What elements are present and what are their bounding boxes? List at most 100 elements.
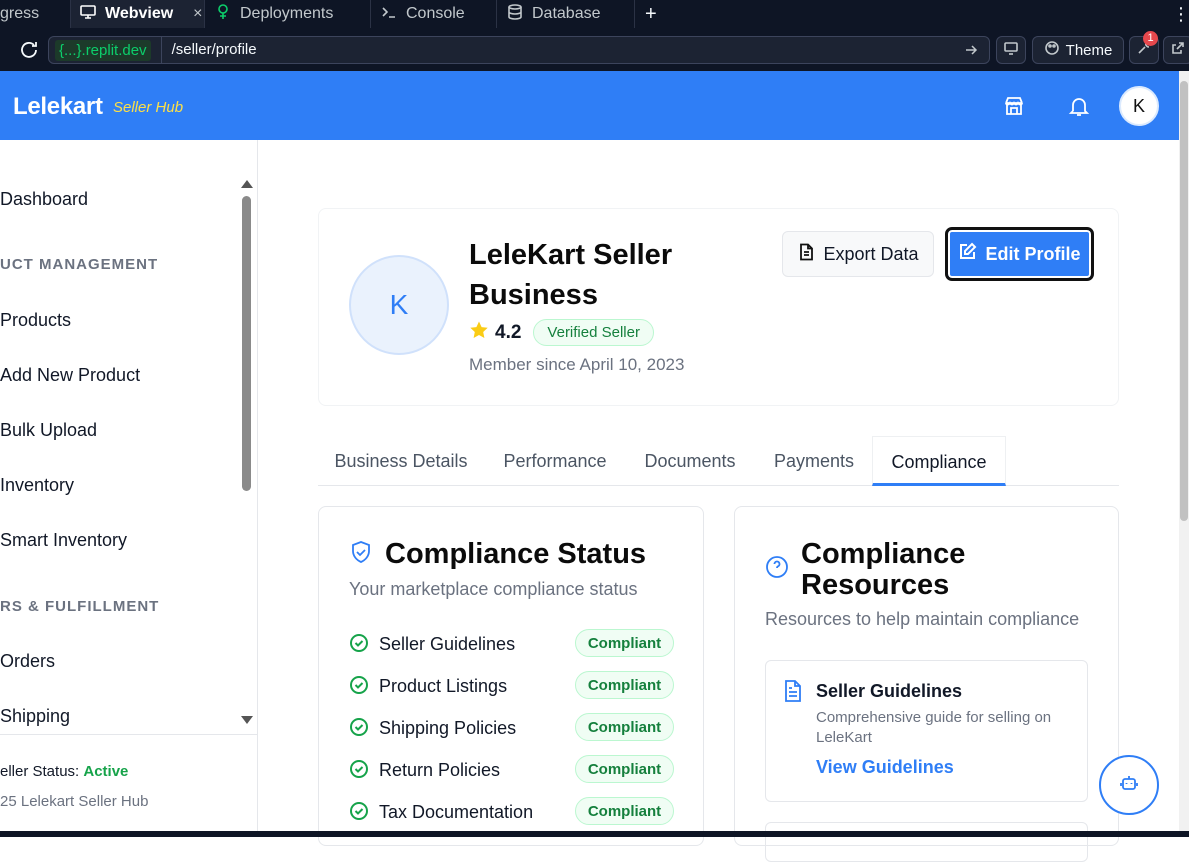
edit-icon (958, 242, 977, 266)
tab-progress[interactable]: gress (0, 0, 70, 28)
check-circle-icon (349, 717, 369, 742)
export-data-button[interactable]: Export Data (782, 231, 934, 277)
bottom-edge (0, 831, 1189, 837)
view-guidelines-link[interactable]: View Guidelines (816, 757, 954, 778)
workspace-tabbar: gress Webview × Deployments Console Data… (0, 0, 1189, 28)
resource-desc: Comprehensive guide for selling on LeleK… (816, 709, 1052, 746)
chat-assistant-button[interactable] (1099, 755, 1159, 815)
notification-badge: 1 (1143, 31, 1158, 46)
document-icon (797, 243, 815, 266)
page-scrollbar[interactable] (1179, 71, 1189, 837)
sidebar-item-products[interactable]: Products (0, 310, 71, 331)
store-icon[interactable] (1003, 95, 1025, 117)
rating-value: 4.2 (495, 321, 522, 343)
tab-compliance[interactable]: Compliance (872, 436, 1006, 486)
compliance-row: Return Policies Compliant (349, 755, 674, 785)
tab-label: Deployments (240, 5, 334, 22)
resource-title: Seller Guidelines (816, 681, 963, 701)
more-icon[interactable]: ⋮ (1172, 0, 1189, 28)
tab-deployments[interactable]: Deployments (205, 0, 370, 28)
extensions-button[interactable]: 1 (1129, 31, 1159, 64)
compliance-resources-panel: Compliance Resources Resources to help m… (734, 506, 1119, 862)
compliant-badge: Compliant (575, 671, 674, 699)
member-since: Member since April 10, 2023 (469, 355, 685, 374)
url-field[interactable]: {...}.replit.dev /seller/profile (48, 36, 990, 64)
compliance-row: Tax Documentation Compliant (349, 797, 674, 827)
terminal-icon (380, 3, 398, 26)
sidebar-item-bulk-upload[interactable]: Bulk Upload (0, 420, 97, 441)
tab-label: Webview (105, 5, 174, 22)
sidebar-section-product-management: UCT MANAGEMENT (0, 256, 159, 273)
deployments-icon (214, 3, 232, 26)
sidebar-item-inventory[interactable]: Inventory (0, 475, 74, 496)
user-avatar[interactable]: K (1119, 86, 1159, 126)
new-tab-button[interactable]: + (645, 0, 665, 28)
compliant-badge: Compliant (575, 629, 674, 657)
sidebar-item-add-new-product[interactable]: Add New Product (0, 365, 140, 386)
check-circle-icon (349, 759, 369, 784)
theme-label: Theme (1065, 41, 1113, 59)
tab-database[interactable]: Database (497, 0, 634, 28)
bell-icon[interactable] (1068, 95, 1090, 117)
compliant-badge: Compliant (575, 713, 674, 741)
page-scrollbar-thumb[interactable] (1180, 81, 1188, 521)
sidebar-scrollbar[interactable] (240, 176, 254, 728)
bot-icon (1118, 772, 1140, 799)
scroll-down-arrow-icon[interactable] (241, 716, 253, 724)
star-icon (469, 320, 489, 345)
sidebar-footer: eller Status: Active 25 Lelekart Seller … (0, 734, 257, 837)
sidebar-item-shipping[interactable]: Shipping (0, 706, 70, 727)
business-name-line1: LeleKart Seller (469, 239, 673, 271)
profile-card: K LeleKart Seller Business 4.2 Verified … (318, 208, 1119, 406)
go-arrow-icon[interactable] (963, 42, 979, 63)
compliant-badge: Compliant (575, 797, 674, 825)
open-new-window-button[interactable] (1163, 36, 1189, 64)
compliance-resources-title-line1: Compliance (801, 538, 966, 570)
copyright-text: 25 Lelekart Seller Hub (0, 793, 149, 810)
tab-console[interactable]: Console (371, 0, 496, 28)
tab-label: Database (532, 5, 601, 22)
tab-label: gress (0, 5, 40, 22)
monitor-icon (79, 3, 97, 26)
theme-button[interactable]: Theme (1032, 36, 1124, 64)
seller-status-label: eller Status: (0, 763, 84, 780)
sidebar: Dashboard UCT MANAGEMENT Products Add Ne… (0, 140, 258, 837)
tab-documents[interactable]: Documents (626, 436, 754, 486)
tab-performance[interactable]: Performance (484, 436, 626, 486)
business-name-line2: Business (469, 279, 598, 311)
sidebar-section-orders-fulfillment: RS & FULFILLMENT (0, 598, 160, 615)
tab-divider (634, 0, 635, 28)
sidebar-item-dashboard[interactable]: Dashboard (0, 189, 88, 210)
sidebar-scrollbar-thumb[interactable] (242, 196, 251, 491)
database-icon (506, 3, 524, 26)
reload-icon[interactable] (18, 39, 40, 66)
compliance-status-panel: Compliance Status Your marketplace compl… (318, 506, 704, 846)
compliance-status-desc: Your marketplace compliance status (349, 579, 638, 599)
edit-profile-label: Edit Profile (985, 243, 1081, 264)
compliance-row-label: Seller Guidelines (379, 634, 516, 654)
devtools-button[interactable] (996, 36, 1026, 64)
business-name: LeleKart Seller Business (469, 235, 729, 315)
compliance-row-label: Shipping Policies (379, 718, 517, 738)
tab-webview[interactable]: Webview × (71, 0, 204, 28)
url-host: {...}.replit.dev (55, 39, 151, 61)
edit-profile-button[interactable]: Edit Profile (945, 227, 1094, 281)
screen-icon (1003, 40, 1019, 60)
sidebar-item-smart-inventory[interactable]: Smart Inventory (0, 530, 127, 551)
brand-logo[interactable]: Lelekart (13, 93, 103, 121)
scroll-up-arrow-icon[interactable] (241, 180, 253, 188)
url-path[interactable]: /seller/profile (160, 36, 257, 64)
resource-card: Seller Guidelines Comprehensive guide fo… (765, 660, 1088, 802)
close-icon[interactable]: × (193, 5, 202, 23)
tab-payments[interactable]: Payments (754, 436, 874, 486)
external-link-icon (1170, 40, 1186, 60)
compliance-row-label: Return Policies (379, 760, 501, 780)
profile-tabs: Business Details Performance Documents P… (318, 436, 1119, 486)
compliance-row: Product Listings Compliant (349, 671, 674, 701)
app-header: Lelekart Seller Hub K (0, 71, 1179, 140)
tab-business-details[interactable]: Business Details (318, 436, 484, 486)
sidebar-item-orders[interactable]: Orders (0, 651, 55, 672)
resource-card (765, 822, 1088, 862)
compliance-status-title: Compliance Status (385, 538, 647, 570)
compliance-row: Shipping Policies Compliant (349, 713, 674, 743)
